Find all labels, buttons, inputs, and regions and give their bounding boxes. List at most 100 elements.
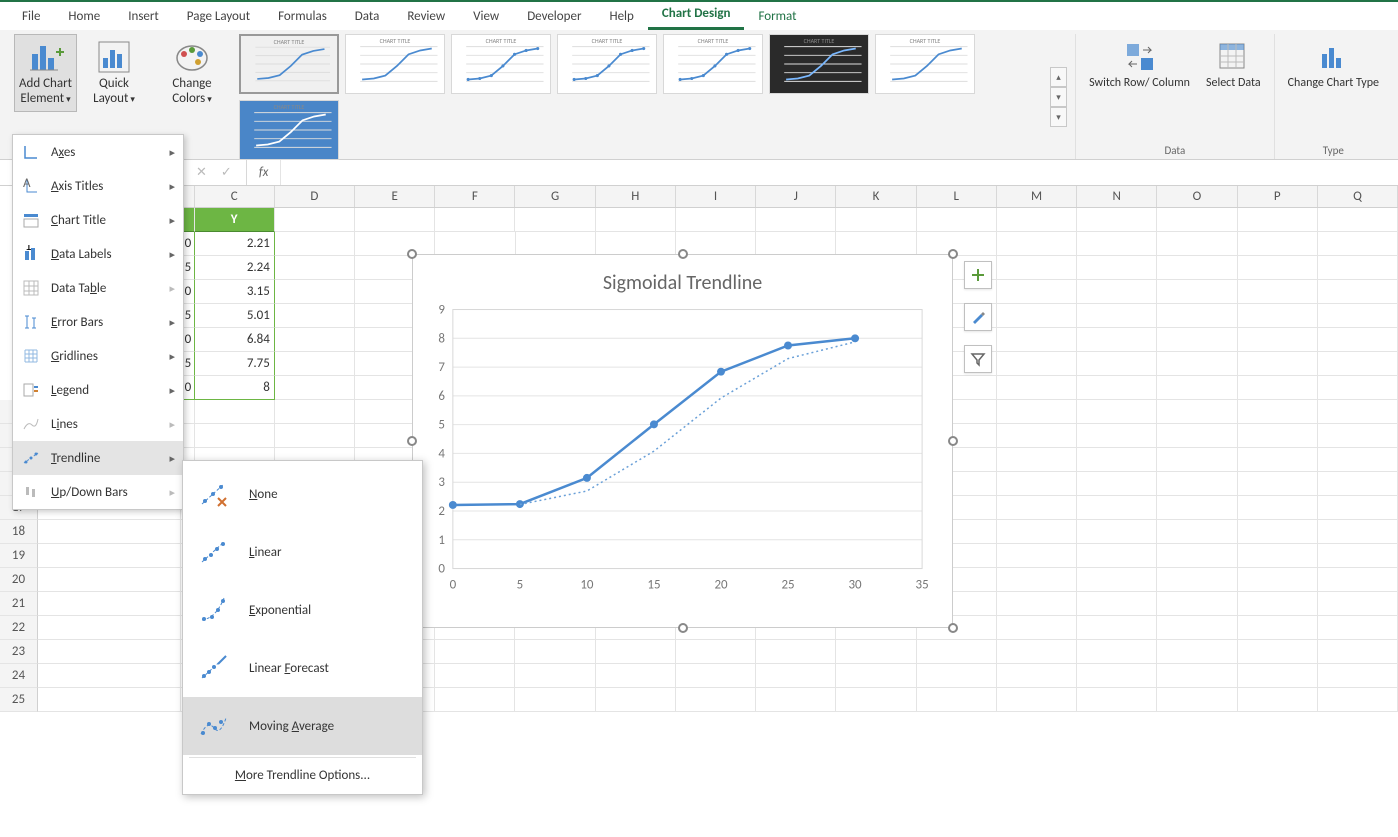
chart-style-4[interactable]: CHART TITLE [557, 34, 657, 94]
svg-text:20: 20 [714, 577, 728, 592]
tab-formulas[interactable]: Formulas [264, 3, 341, 30]
tab-view[interactable]: View [459, 3, 513, 30]
chart-style-7[interactable]: CHART TITLE [875, 34, 975, 94]
svg-text:A: A [23, 177, 31, 191]
row-header-25[interactable]: 25 [0, 688, 38, 712]
row-header-18[interactable]: 18 [0, 520, 38, 544]
more-trendline-options[interactable]: More Trendline Options... [183, 760, 422, 790]
tab-review[interactable]: Review [393, 3, 459, 30]
col-header-J[interactable]: J [756, 186, 836, 207]
menu-trendline[interactable]: Trendline▸ [13, 441, 183, 475]
col-header-O[interactable]: O [1157, 186, 1237, 207]
add-chart-element-button[interactable]: Add ChartElement▾ [14, 34, 77, 112]
chart-style-2[interactable]: CHART TITLE [345, 34, 445, 94]
row-header-21[interactable]: 21 [0, 592, 38, 616]
menu-gridlines[interactable]: Gridlines▸ [13, 339, 183, 373]
chart-style-5[interactable]: CHART TITLE [663, 34, 763, 94]
select-data-label: Select Data [1206, 77, 1261, 91]
tab-data[interactable]: Data [341, 3, 394, 30]
scroll-up-button[interactable]: ▴ [1050, 67, 1067, 87]
svg-text:30: 30 [849, 577, 863, 592]
add-chart-element-label: Add ChartElement [19, 76, 72, 106]
change-chart-type-button[interactable]: Change Chart Type [1283, 34, 1384, 96]
col-header-L[interactable]: L [917, 186, 997, 207]
row-header-22[interactable]: 22 [0, 616, 38, 640]
chart-plot-area[interactable]: 012345678905101520253035 [413, 299, 952, 599]
col-header-K[interactable]: K [836, 186, 916, 207]
tab-help[interactable]: Help [595, 3, 647, 30]
menu-data-table: Data Table▸ [13, 271, 183, 305]
change-type-label: Change Chart Type [1288, 77, 1379, 91]
menu-chart-title[interactable]: Chart Title▸ [13, 203, 183, 237]
switch-row-column-button[interactable]: Switch Row/ Column [1084, 34, 1195, 96]
row-header-24[interactable]: 24 [0, 664, 38, 688]
col-header-G[interactable]: G [515, 186, 595, 207]
col-header-Q[interactable]: Q [1318, 186, 1398, 207]
trendline-exponential[interactable]: Exponential [183, 581, 422, 639]
chart-style-gallery: CHART TITLECHART TITLECHART TITLECHART T… [239, 34, 1040, 160]
row-header-20[interactable]: 20 [0, 568, 38, 592]
chart-brush-button[interactable] [964, 303, 992, 331]
menu-error-bars[interactable]: Error Bars▸ [13, 305, 183, 339]
change-colors-label: ChangeColors [172, 76, 211, 106]
fx-icon[interactable]: fx [247, 160, 282, 185]
labels-icon: 1 [21, 244, 41, 264]
tab-chart-design[interactable]: Chart Design [648, 0, 745, 30]
errbars-icon [21, 312, 41, 332]
chart-title[interactable]: Sigmoidal Trendline [413, 255, 952, 299]
chart-filter-button[interactable] [964, 345, 992, 373]
menu-axis-titles[interactable]: AAxis Titles▸ [13, 169, 183, 203]
axes-icon [21, 142, 41, 162]
col-header-D[interactable]: D [275, 186, 355, 207]
col-header-M[interactable]: M [997, 186, 1077, 207]
col-header-H[interactable]: H [596, 186, 676, 207]
trendline-moving-average[interactable]: Moving Average [183, 697, 422, 755]
chart-style-6[interactable]: CHART TITLE [769, 34, 869, 94]
trend-icon [21, 448, 41, 468]
col-header-N[interactable]: N [1077, 186, 1157, 207]
svg-text:5: 5 [517, 577, 524, 592]
quick-layout-label: QuickLayout [93, 76, 129, 106]
menu-lines: Lines▸ [13, 407, 183, 441]
legend-icon [21, 380, 41, 400]
change-colors-button[interactable]: ChangeColors▾ [161, 34, 223, 112]
svg-text:1: 1 [25, 245, 32, 254]
tab-insert[interactable]: Insert [114, 3, 173, 30]
expand-gallery-button[interactable]: ▾ [1050, 107, 1067, 127]
group-label-type: Type [1323, 140, 1344, 159]
trendline-none[interactable]: None [183, 465, 422, 523]
chart-style-3[interactable]: CHART TITLE [451, 34, 551, 94]
row-header-19[interactable]: 19 [0, 544, 38, 568]
menu-legend[interactable]: Legend▸ [13, 373, 183, 407]
trendline-linear-forecast[interactable]: Linear Forecast [183, 639, 422, 697]
chart-style-1[interactable]: CHART TITLE [239, 34, 339, 94]
quick-layout-button[interactable]: QuickLayout▾ [83, 34, 145, 112]
svg-text:1: 1 [438, 533, 445, 548]
menu-axes[interactable]: Axes▸ [13, 135, 183, 169]
chart-style-8[interactable]: CHART TITLE [239, 100, 339, 160]
enter-icon[interactable]: ✓ [221, 165, 232, 180]
col-header-I[interactable]: I [676, 186, 756, 207]
menu-data-labels[interactable]: 1Data Labels▸ [13, 237, 183, 271]
row-header-23[interactable]: 23 [0, 640, 38, 664]
tab-file[interactable]: File [8, 3, 54, 30]
col-header-F[interactable]: F [435, 186, 515, 207]
tab-home[interactable]: Home [54, 3, 114, 30]
tab-format[interactable]: Format [744, 3, 810, 30]
chart-plus-button[interactable] [964, 261, 992, 289]
tab-developer[interactable]: Developer [513, 3, 595, 30]
fcast-icon [197, 651, 231, 685]
cancel-icon[interactable]: ✕ [196, 165, 207, 180]
col-header-E[interactable]: E [355, 186, 435, 207]
tab-page-layout[interactable]: Page Layout [173, 3, 264, 30]
col-header-P[interactable]: P [1238, 186, 1318, 207]
select-data-button[interactable]: Select Data [1201, 34, 1266, 96]
trendline-linear[interactable]: Linear [183, 523, 422, 581]
none-icon [197, 477, 231, 511]
chart-object[interactable]: Sigmoidal Trendline 01234567890510152025… [412, 254, 953, 628]
formula-input[interactable] [281, 160, 1398, 185]
scroll-down-button[interactable]: ▾ [1050, 87, 1067, 107]
col-header-C[interactable]: C [195, 186, 275, 207]
svg-text:0: 0 [438, 562, 445, 577]
svg-text:4: 4 [438, 446, 445, 461]
